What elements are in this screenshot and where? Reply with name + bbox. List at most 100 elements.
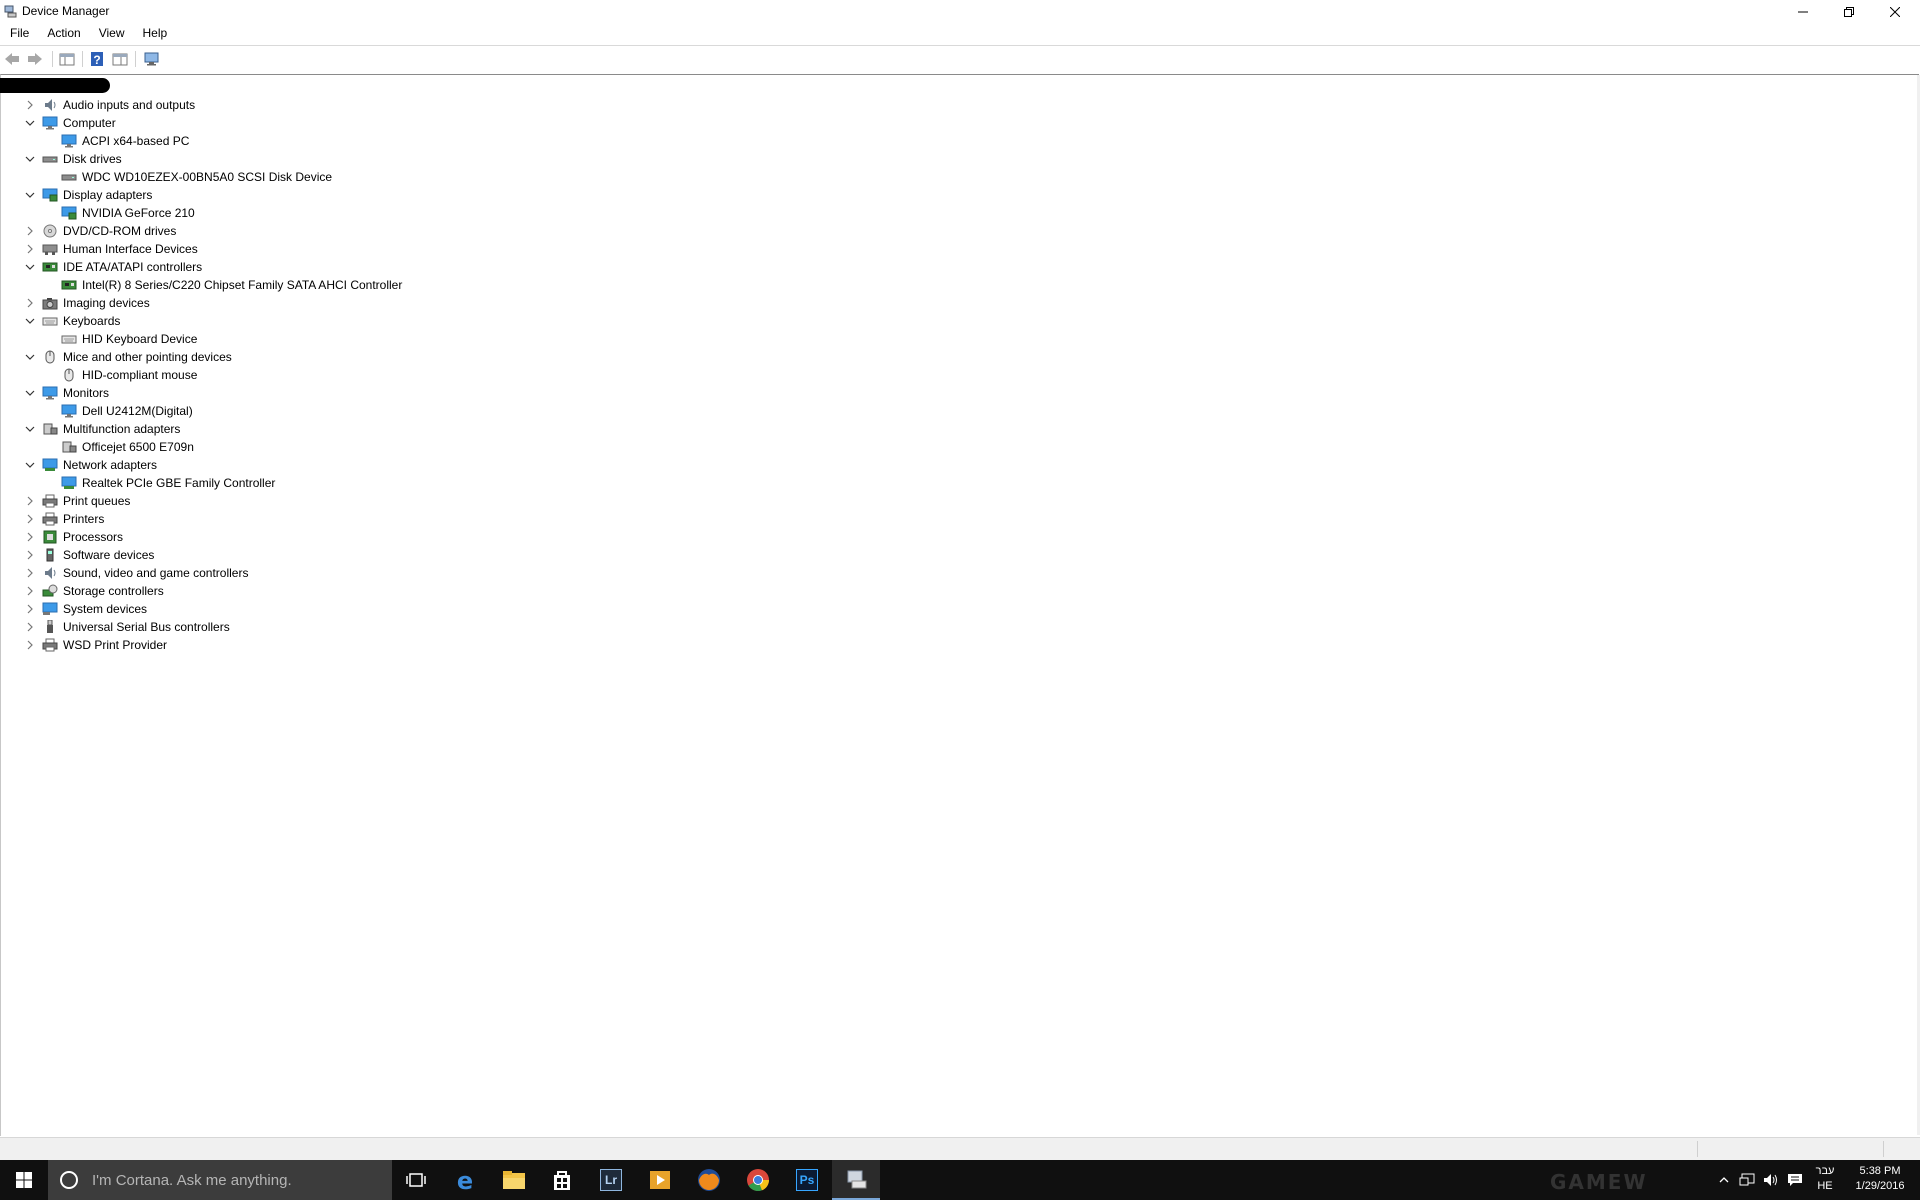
- chevron-down-icon[interactable]: [24, 351, 36, 363]
- help-button[interactable]: ?: [87, 49, 107, 69]
- tree-category-label: Monitors: [63, 386, 110, 400]
- chevron-right-icon[interactable]: [24, 495, 36, 507]
- tree-category-software-devices[interactable]: Software devices: [24, 546, 154, 564]
- monitor-icon: [42, 116, 58, 130]
- watermark-text: GAMEW: [1550, 1170, 1648, 1194]
- show-hidden-icons-chevron-up-icon[interactable]: [1714, 1160, 1734, 1200]
- monitor-icon: [61, 134, 77, 148]
- chevron-down-icon[interactable]: [24, 459, 36, 471]
- tree-device-label: ACPI x64-based PC: [82, 134, 190, 148]
- tree-category-sound-video-and-game-controllers[interactable]: Sound, video and game controllers: [24, 564, 248, 582]
- action-center-icon[interactable]: [1784, 1160, 1806, 1200]
- menu-help[interactable]: Help: [134, 23, 177, 43]
- tree-device-item[interactable]: Realtek PCIe GBE Family Controller: [61, 474, 275, 492]
- tree-category-disk-drives[interactable]: Disk drives: [24, 150, 122, 168]
- chevron-right-icon[interactable]: [24, 639, 36, 651]
- volume-icon[interactable]: [1760, 1160, 1782, 1200]
- file-explorer-icon[interactable]: [490, 1160, 538, 1200]
- scan-hardware-button[interactable]: [142, 49, 162, 69]
- tree-category-imaging-devices[interactable]: Imaging devices: [24, 294, 150, 312]
- firefox-icon[interactable]: [685, 1160, 733, 1200]
- taskbar-clock[interactable]: 5:38 PM 1/29/2016: [1845, 1164, 1915, 1194]
- media-player-icon[interactable]: [636, 1160, 684, 1200]
- tree-category-audio-inputs-and-outputs[interactable]: Audio inputs and outputs: [24, 96, 195, 114]
- chevron-right-icon[interactable]: [24, 513, 36, 525]
- tree-device-item[interactable]: Officejet 6500 E709n: [61, 438, 194, 456]
- tree-device-item[interactable]: Dell U2412M(Digital): [61, 402, 193, 420]
- tree-category-processors[interactable]: Processors: [24, 528, 123, 546]
- menu-file[interactable]: File: [0, 23, 38, 43]
- tree-category-universal-serial-bus-controllers[interactable]: Universal Serial Bus controllers: [24, 618, 230, 636]
- photoshop-label: Ps: [796, 1169, 818, 1191]
- tree-category-monitors[interactable]: Monitors: [24, 384, 109, 402]
- multifunction-icon: [61, 440, 77, 454]
- chevron-down-icon[interactable]: [24, 117, 36, 129]
- tree-category-wsd-print-provider[interactable]: WSD Print Provider: [24, 636, 167, 654]
- close-button[interactable]: [1872, 0, 1918, 23]
- task-view-icon[interactable]: [392, 1160, 440, 1200]
- minimize-button[interactable]: [1780, 0, 1826, 23]
- chevron-right-icon[interactable]: [24, 99, 36, 111]
- menu-action[interactable]: Action: [38, 23, 89, 43]
- forward-button[interactable]: [25, 49, 45, 69]
- tree-device-item[interactable]: Intel(R) 8 Series/C220 Chipset Family SA…: [61, 276, 402, 294]
- chevron-right-icon[interactable]: [24, 603, 36, 615]
- chevron-right-icon[interactable]: [24, 585, 36, 597]
- display-adapter-icon: [61, 206, 77, 220]
- tree-device-label: Realtek PCIe GBE Family Controller: [82, 476, 276, 490]
- tree-device-item[interactable]: NVIDIA GeForce 210: [61, 204, 195, 222]
- tree-category-multifunction-adapters[interactable]: Multifunction adapters: [24, 420, 180, 438]
- chevron-down-icon[interactable]: [24, 423, 36, 435]
- device-manager-taskbar-icon[interactable]: [832, 1160, 880, 1200]
- chevron-down-icon[interactable]: [24, 189, 36, 201]
- chevron-down-icon[interactable]: [24, 153, 36, 165]
- tree-device-label: NVIDIA GeForce 210: [82, 206, 195, 220]
- tree-category-print-queues[interactable]: Print queues: [24, 492, 130, 510]
- chevron-right-icon[interactable]: [24, 621, 36, 633]
- toolbar-separator: [82, 51, 83, 67]
- chevron-down-icon[interactable]: [24, 261, 36, 273]
- menu-view[interactable]: View: [90, 23, 134, 43]
- back-button[interactable]: [2, 49, 22, 69]
- tree-device-item[interactable]: ACPI x64-based PC: [61, 132, 189, 150]
- edge-icon[interactable]: e: [441, 1160, 489, 1200]
- input-language-indicator[interactable]: עבר HE: [1810, 1164, 1840, 1194]
- chrome-icon[interactable]: [734, 1160, 782, 1200]
- tree-category-computer[interactable]: Computer: [24, 114, 116, 132]
- chevron-right-icon[interactable]: [24, 297, 36, 309]
- tree-category-keyboards[interactable]: Keyboards: [24, 312, 120, 330]
- cortana-search-box[interactable]: I'm Cortana. Ask me anything.: [48, 1160, 392, 1200]
- tree-category-network-adapters[interactable]: Network adapters: [24, 456, 157, 474]
- console-tree-icon: [59, 53, 75, 66]
- network-icon[interactable]: [1736, 1160, 1758, 1200]
- chevron-right-icon[interactable]: [24, 549, 36, 561]
- lightroom-icon[interactable]: Lr: [587, 1160, 635, 1200]
- tree-category-display-adapters[interactable]: Display adapters: [24, 186, 152, 204]
- properties-pane-button[interactable]: [110, 49, 130, 69]
- tree-category-human-interface-devices[interactable]: Human Interface Devices: [24, 240, 198, 258]
- hid-icon: [42, 242, 58, 256]
- start-button[interactable]: [0, 1160, 48, 1200]
- store-icon[interactable]: [538, 1160, 586, 1200]
- tree-device-item[interactable]: HID Keyboard Device: [61, 330, 197, 348]
- tree-category-ide-ata-atapi-controllers[interactable]: IDE ATA/ATAPI controllers: [24, 258, 202, 276]
- chevron-down-icon[interactable]: [24, 387, 36, 399]
- tree-device-item[interactable]: WDC WD10EZEX-00BN5A0 SCSI Disk Device: [61, 168, 332, 186]
- printer-icon: [42, 494, 58, 508]
- tree-device-item[interactable]: HID-compliant mouse: [61, 366, 197, 384]
- chevron-right-icon[interactable]: [24, 225, 36, 237]
- chevron-down-icon[interactable]: [24, 315, 36, 327]
- tree-category-storage-controllers[interactable]: Storage controllers: [24, 582, 164, 600]
- tree-category-mice-and-other-pointing-devices[interactable]: Mice and other pointing devices: [24, 348, 232, 366]
- chevron-right-icon[interactable]: [24, 567, 36, 579]
- photoshop-icon[interactable]: Ps: [783, 1160, 831, 1200]
- tree-category-printers[interactable]: Printers: [24, 510, 104, 528]
- show-hide-console-tree-button[interactable]: [57, 49, 77, 69]
- network-adapter-icon: [61, 476, 77, 490]
- display-adapter-icon: [42, 188, 58, 202]
- tree-category-dvd-cd-rom-drives[interactable]: DVD/CD-ROM drives: [24, 222, 176, 240]
- tree-category-system-devices[interactable]: System devices: [24, 600, 147, 618]
- restore-button[interactable]: [1826, 0, 1872, 23]
- chevron-right-icon[interactable]: [24, 243, 36, 255]
- chevron-right-icon[interactable]: [24, 531, 36, 543]
